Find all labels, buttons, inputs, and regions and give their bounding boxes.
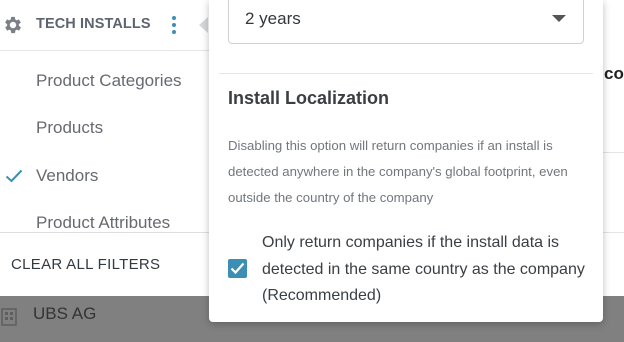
filter-item-label: Product Attributes [36,213,171,232]
install-localization-checkbox[interactable] [228,259,247,278]
time-range-value: 2 years [245,9,301,28]
chevron-down-icon [552,15,566,22]
divider [219,73,593,74]
install-localization-option[interactable]: Only return companies if the install dat… [228,230,588,310]
kebab-menu-icon[interactable] [168,12,180,38]
building-icon [1,308,17,326]
filter-item-product-categories[interactable]: Product Categories [0,64,220,98]
tech-installs-options-popover: 2 years Install Localization Disabling t… [209,0,603,322]
install-localization-title: Install Localization [228,88,390,108]
popover-caret [199,17,208,33]
filter-panel-header: TECH INSTALLS [0,0,220,51]
gear-icon [5,16,21,34]
filter-item-product-attributes[interactable]: Product Attributes [0,206,220,240]
column-header-partial: co [604,64,624,83]
section-title-tech-installs: TECH INSTALLS [36,16,151,32]
clear-all-filters-button[interactable]: CLEAR ALL FILTERS [11,256,160,273]
filter-item-label: Vendors [36,166,99,185]
time-range-select[interactable]: 2 years [228,0,584,44]
results-area [600,0,624,296]
filter-item-products[interactable]: Products [0,111,220,145]
checkmark-icon [230,262,245,275]
filter-item-label: Products [36,118,104,137]
filter-item-vendors[interactable]: Vendors [0,159,220,193]
filter-panel: TECH INSTALLS Product Categories Product… [0,0,220,296]
install-localization-checkbox-label: Only return companies if the install dat… [262,234,585,304]
checkmark-icon [5,169,23,183]
divider [0,232,220,233]
filter-item-label: Product Categories [36,71,182,90]
divider [600,152,624,153]
install-localization-description: Disabling this option will return compan… [228,138,568,205]
company-name[interactable]: UBS AG [33,304,96,324]
divider [600,232,624,233]
